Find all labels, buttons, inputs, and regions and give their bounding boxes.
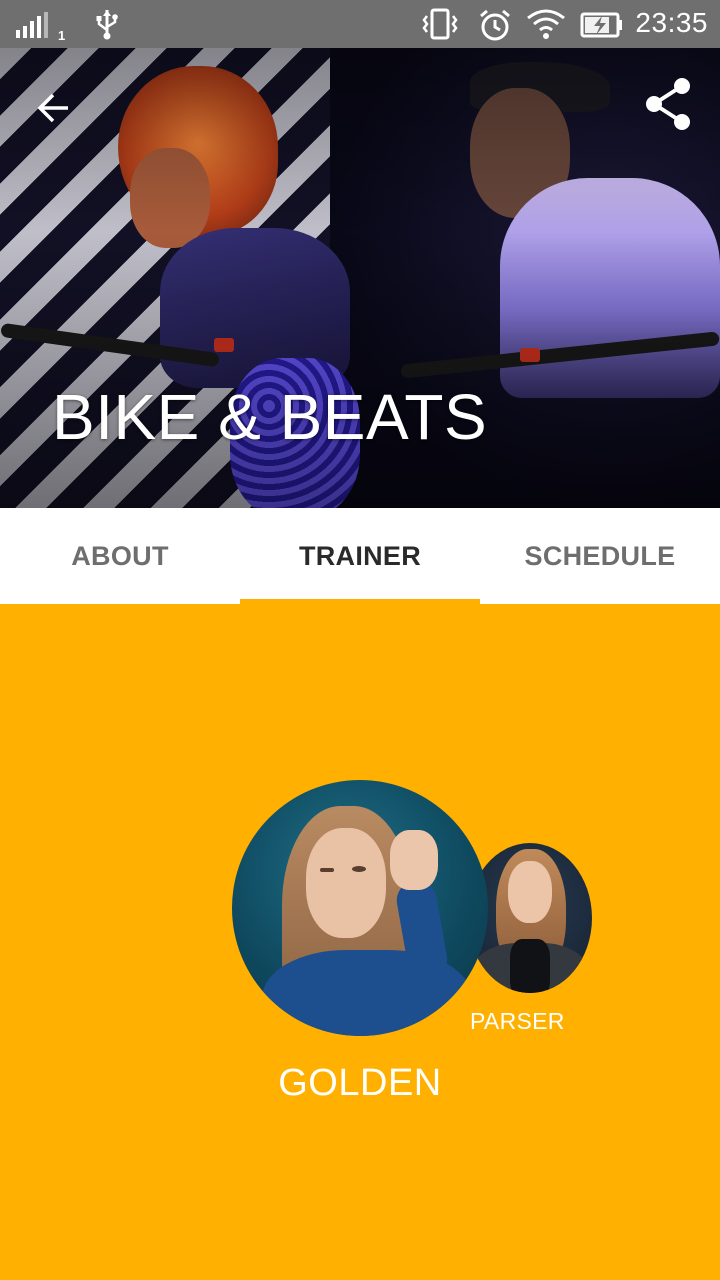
share-button[interactable] bbox=[640, 76, 696, 132]
alarm-icon bbox=[480, 9, 510, 41]
battery-charging-icon bbox=[580, 12, 622, 38]
tab-schedule[interactable]: SCHEDULE bbox=[480, 508, 720, 604]
tab-bar: ABOUT TRAINER SCHEDULE bbox=[0, 508, 720, 604]
status-time: 23:35 bbox=[635, 7, 708, 38]
signal-icon bbox=[16, 12, 48, 40]
status-left: 1 bbox=[16, 10, 65, 43]
tab-about[interactable]: ABOUT bbox=[0, 508, 240, 604]
trainer-name-secondary[interactable]: PARSER bbox=[470, 1008, 564, 1035]
wifi-icon bbox=[527, 9, 565, 39]
trainer-avatar-golden[interactable] bbox=[232, 780, 488, 1036]
back-button[interactable] bbox=[30, 84, 78, 132]
trainer-name-primary[interactable]: GOLDEN bbox=[232, 1062, 488, 1105]
usb-icon bbox=[96, 10, 118, 40]
tab-trainer[interactable]: TRAINER bbox=[240, 508, 480, 604]
sim-slot-number: 1 bbox=[58, 28, 66, 43]
vibrate-icon bbox=[422, 8, 458, 40]
share-icon bbox=[646, 78, 690, 130]
status-bar: 1 23:35 bbox=[0, 0, 720, 48]
class-title: BIKE & BEATS bbox=[52, 381, 488, 453]
class-hero-image: BIKE & BEATS bbox=[0, 48, 720, 508]
arrow-left-icon bbox=[37, 93, 68, 123]
